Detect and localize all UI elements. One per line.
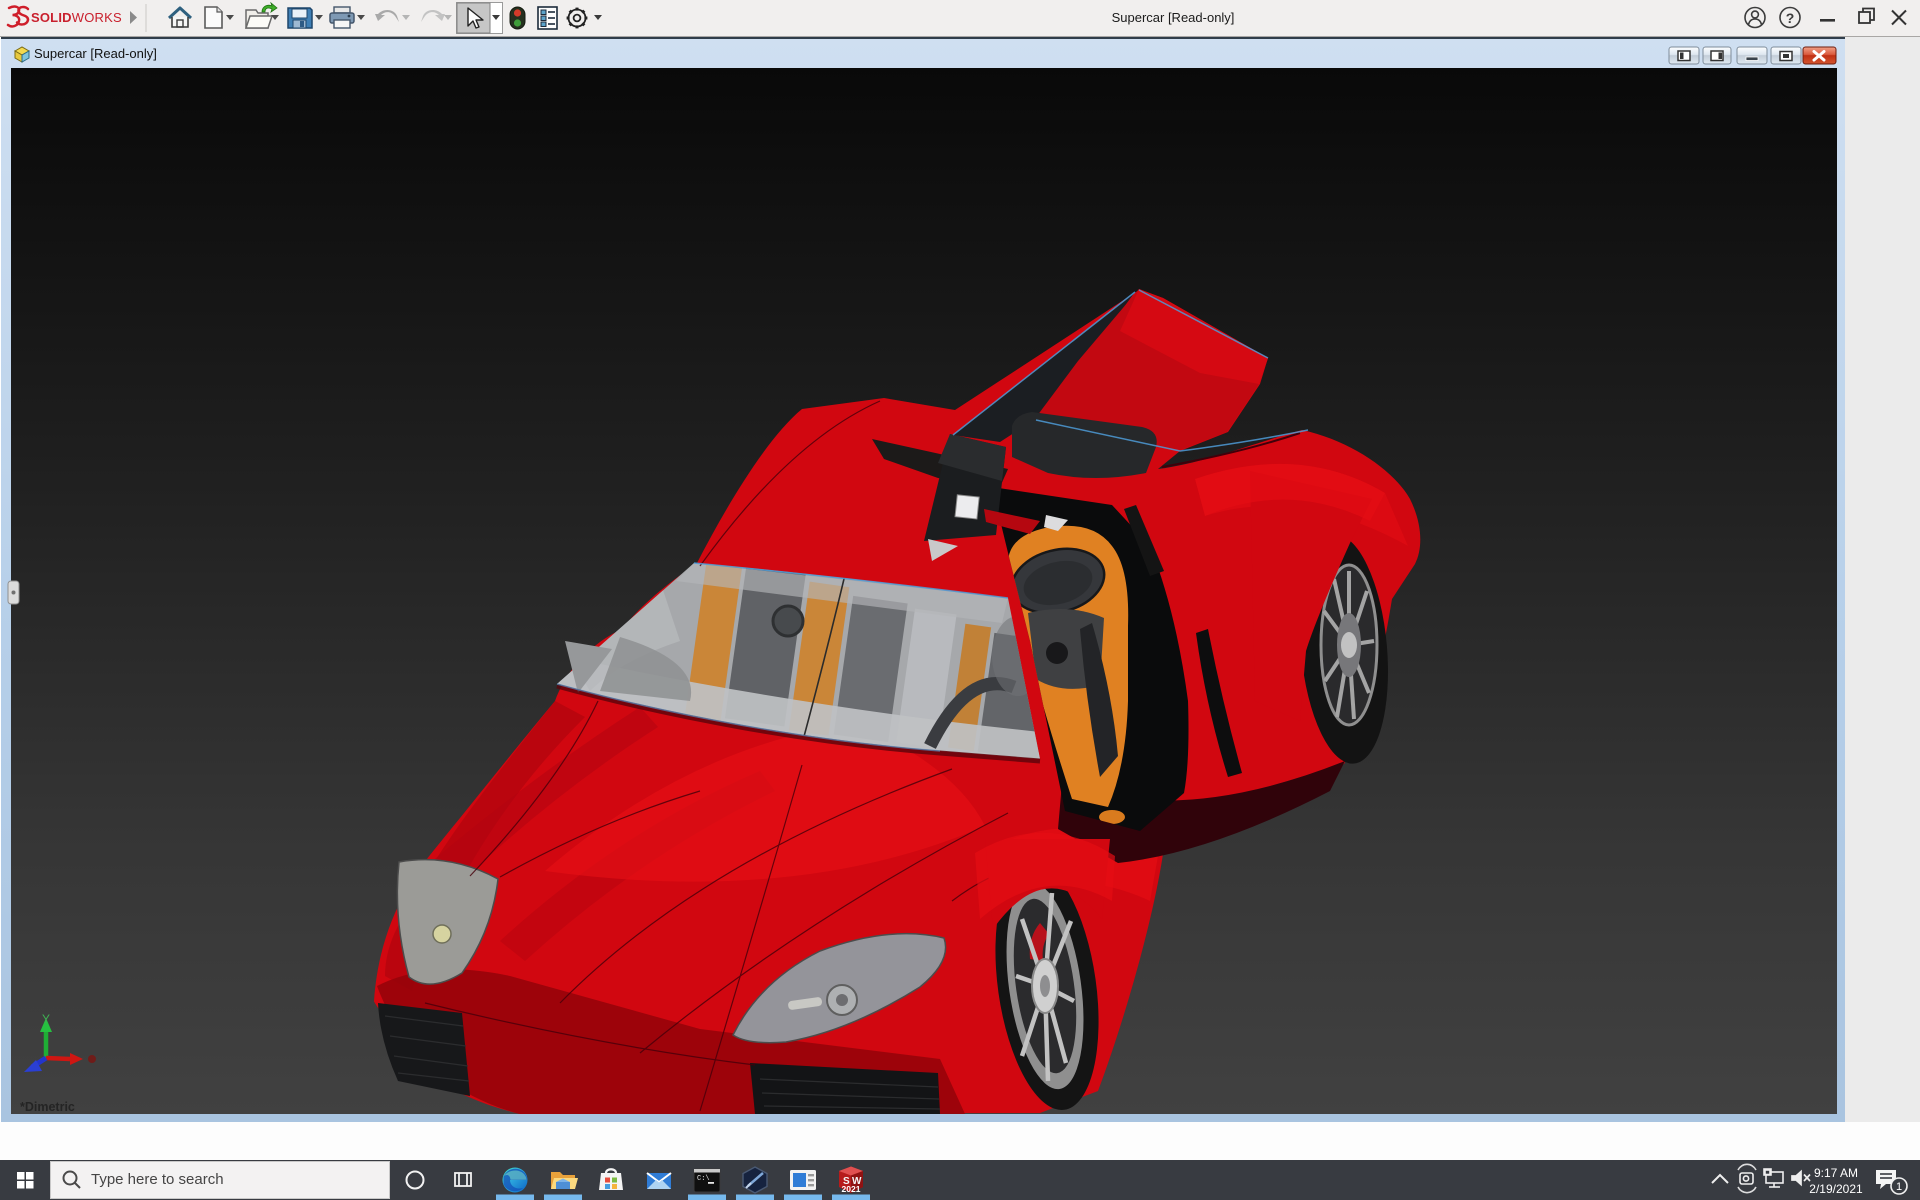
svg-text:*Dimetric: *Dimetric [20,1100,75,1114]
svg-text:2021: 2021 [842,1184,861,1194]
svg-text:?: ? [1786,10,1795,26]
svg-text:SOLIDWORKS: SOLIDWORKS [31,10,122,25]
svg-text:Y: Y [42,1012,50,1026]
svg-text:1: 1 [1896,1181,1902,1193]
svg-text:C:\: C:\ [697,1175,710,1183]
